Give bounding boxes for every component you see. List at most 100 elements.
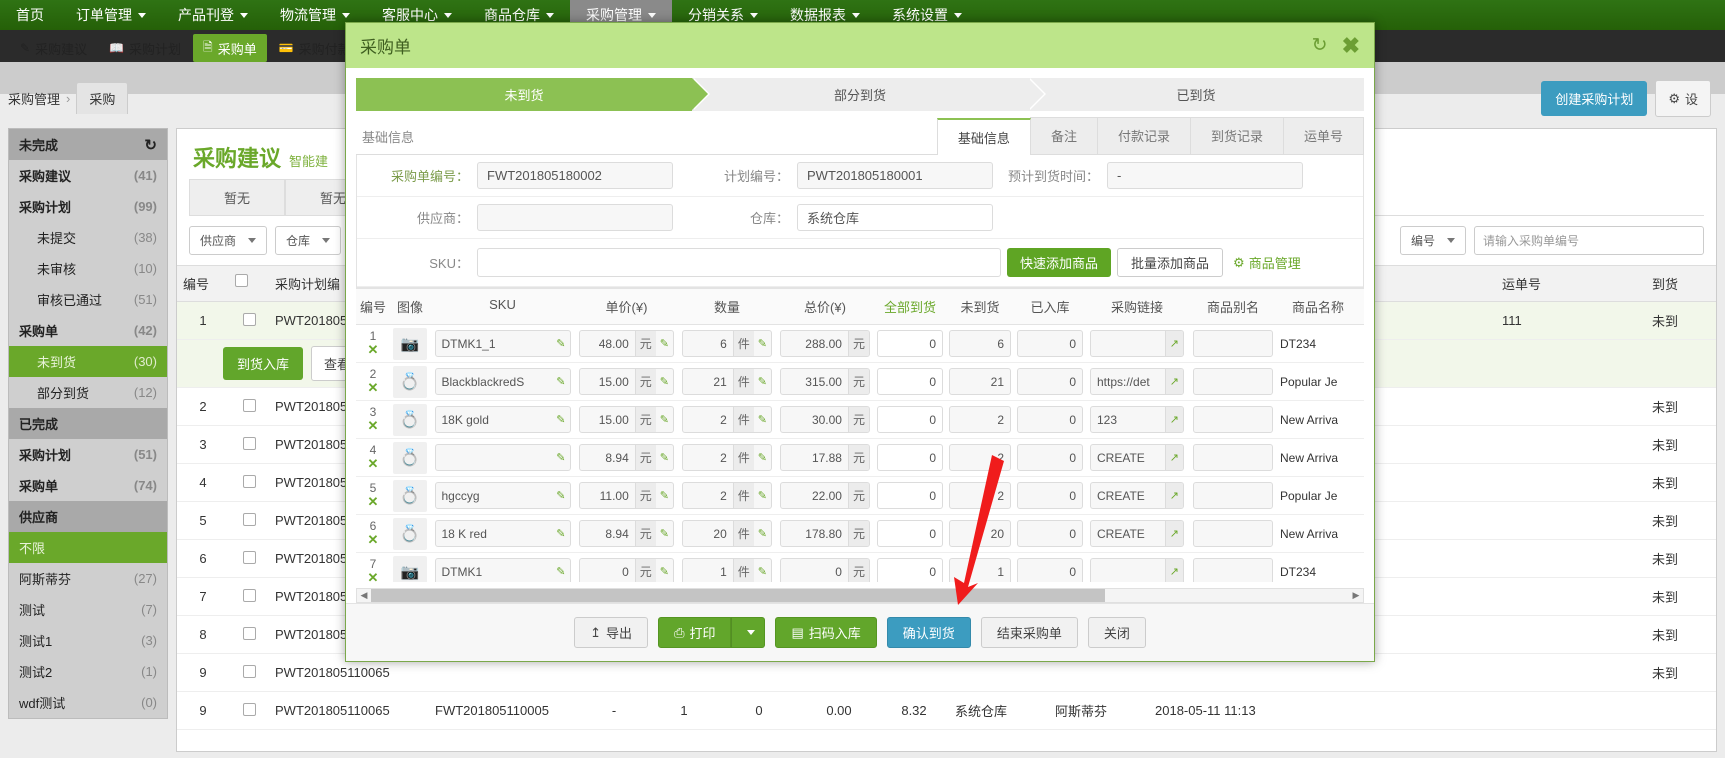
item-row[interactable]: 7 ✕ 📷 DTMK1 ✎ 0 元 ✎ 1 件 ✎ 0 元 0 1 0 ↗ DT234 — [356, 553, 1364, 582]
row-checkbox[interactable] — [242, 512, 256, 526]
module-tab-0[interactable]: ✎ 采购建议 — [10, 34, 97, 62]
item-purchase-link[interactable]: https://det — [1091, 375, 1165, 389]
edit-icon[interactable]: ✎ — [552, 489, 569, 502]
item-sku[interactable]: BlackblackredS — [436, 375, 553, 389]
footer-button-0[interactable]: ↥ 导出 — [574, 617, 649, 648]
modal-tab-3[interactable]: 到货记录 — [1189, 117, 1284, 154]
top-menu-2[interactable]: 产品刊登 — [162, 0, 264, 30]
scroll-left-arrow[interactable]: ◀ — [357, 590, 371, 601]
delete-row-icon[interactable]: ✕ — [368, 342, 379, 357]
item-all-arrived[interactable]: 0 — [878, 565, 942, 579]
modal-tab-4[interactable]: 运单号 — [1282, 117, 1364, 154]
item-row[interactable]: 1 ✕ 📷 DTMK1_1 ✎ 48.00 元 ✎ 6 件 ✎ 288.00 元 0 6 0 ↗ DT234 — [356, 325, 1364, 363]
edit-icon[interactable]: ✎ — [552, 565, 569, 578]
sidebar-item-0-7[interactable]: 部分到货 (12) — [9, 377, 167, 408]
item-all-arrived[interactable]: 0 — [878, 527, 942, 541]
edit-icon[interactable]: ✎ — [552, 413, 569, 426]
item-qty[interactable]: 6 — [683, 337, 733, 351]
edit-icon[interactable]: ✎ — [754, 451, 771, 464]
item-purchase-link[interactable]: CREATE — [1091, 489, 1165, 503]
item-all-arrived[interactable]: 0 — [878, 375, 942, 389]
item-price[interactable]: 15.00 — [580, 375, 635, 389]
footer-button-2[interactable]: ▤ 扫码入库 — [775, 617, 877, 648]
close-icon[interactable]: ✖ — [1342, 33, 1360, 59]
select-all-checkbox[interactable] — [235, 274, 248, 287]
row-checkbox[interactable] — [242, 398, 256, 412]
open-link-icon[interactable]: ↗ — [1164, 407, 1183, 432]
open-link-icon[interactable]: ↗ — [1164, 445, 1183, 470]
sidebar-item-2-5[interactable]: wdf测试 (0) — [9, 687, 167, 718]
item-price[interactable]: 15.00 — [580, 413, 635, 427]
product-thumbnail[interactable]: 💍 — [393, 403, 427, 436]
item-price[interactable]: 48.00 — [580, 337, 635, 351]
sidebar-item-0-2[interactable]: 未提交 (38) — [9, 222, 167, 253]
sidebar-item-2-0[interactable]: 不限 — [9, 532, 167, 563]
modal-tab-1[interactable]: 备注 — [1029, 117, 1098, 154]
sidebar-item-2-4[interactable]: 测试2 (1) — [9, 656, 167, 687]
module-tab-1[interactable]: 📖 采购计划 — [99, 34, 191, 62]
product-thumbnail[interactable]: 💍 — [393, 441, 427, 474]
modal-tab-2[interactable]: 付款记录 — [1096, 117, 1191, 154]
open-link-icon[interactable]: ↗ — [1164, 483, 1183, 508]
settings-button[interactable]: ⚙ 设 — [1655, 80, 1711, 117]
row-checkbox[interactable] — [242, 474, 256, 488]
item-row[interactable]: 3 ✕ 💍 18K gold ✎ 15.00 元 ✎ 2 件 ✎ 30.00 元 0 2 0 123 ↗ New A… — [356, 401, 1364, 439]
batch-add-goods-button[interactable]: 批量添加商品 — [1117, 248, 1224, 277]
product-thumbnail[interactable]: 💍 — [393, 479, 427, 512]
footer-button-4[interactable]: 结束采购单 — [980, 617, 1078, 648]
edit-icon[interactable]: ✎ — [656, 527, 673, 540]
row-checkbox[interactable] — [242, 588, 256, 602]
delete-row-icon[interactable]: ✕ — [368, 532, 379, 547]
supplier-field[interactable] — [477, 204, 673, 231]
row-checkbox[interactable] — [242, 550, 256, 564]
item-sku[interactable]: 18K gold — [436, 413, 553, 427]
delete-row-icon[interactable]: ✕ — [368, 570, 379, 582]
product-thumbnail[interactable]: 💍 — [393, 517, 427, 550]
refresh-icon[interactable]: ↻ — [1312, 34, 1328, 57]
item-purchase-link[interactable]: 123 — [1091, 413, 1165, 427]
content-tab-0[interactable]: 暂无 — [189, 179, 286, 215]
eta-field[interactable]: - — [1107, 162, 1303, 189]
filter-0[interactable]: 供应商 — [189, 226, 268, 255]
edit-icon[interactable]: ✎ — [656, 565, 673, 578]
modal-tab-0[interactable]: 基础信息 — [936, 118, 1031, 155]
delete-row-icon[interactable]: ✕ — [368, 456, 379, 471]
goods-management-link[interactable]: ⚙ 商品管理 — [1233, 253, 1301, 272]
edit-icon[interactable]: ✎ — [656, 451, 673, 464]
item-sku[interactable]: 18 K red — [436, 527, 553, 541]
footer-button-5[interactable]: 关闭 — [1087, 617, 1146, 648]
edit-icon[interactable]: ✎ — [656, 489, 673, 502]
open-link-icon[interactable]: ↗ — [1164, 559, 1183, 582]
horizontal-scrollbar[interactable]: ◀ ▶ — [356, 588, 1364, 603]
sidebar-item-2-3[interactable]: 测试1 (3) — [9, 625, 167, 656]
top-menu-1[interactable]: 订单管理 — [60, 0, 162, 30]
filter-1[interactable]: 仓库 — [275, 226, 342, 255]
item-qty[interactable]: 2 — [683, 451, 733, 465]
item-row[interactable]: 4 ✕ 💍 ✎ 8.94 元 ✎ 2 件 ✎ 17.88 元 0 2 0 CREATE ↗ New Arriva — [356, 439, 1364, 477]
sku-input[interactable] — [477, 248, 1001, 277]
open-link-icon[interactable]: ↗ — [1164, 369, 1183, 394]
status-step-1[interactable]: 部分到货 — [692, 78, 1046, 111]
edit-icon[interactable]: ✎ — [552, 337, 569, 350]
row-checkbox[interactable] — [242, 702, 256, 716]
item-qty[interactable]: 1 — [683, 565, 733, 579]
row-action-0[interactable]: 到货入库 — [223, 347, 304, 380]
sidebar-item-2-2[interactable]: 测试 (7) — [9, 594, 167, 625]
scrollbar-track[interactable] — [371, 589, 1349, 602]
edit-icon[interactable]: ✎ — [656, 375, 673, 388]
open-link-icon[interactable]: ↗ — [1164, 331, 1183, 356]
item-sku[interactable]: DTMK1_1 — [436, 337, 553, 351]
item-qty[interactable]: 2 — [683, 489, 733, 503]
plan-no-field[interactable]: PWT201805180001 — [797, 162, 993, 189]
item-sku[interactable]: DTMK1 — [436, 565, 553, 579]
item-qty[interactable]: 2 — [683, 413, 733, 427]
item-sku[interactable]: hgccyg — [436, 489, 553, 503]
table-row-detail[interactable]: 9 PWT201805110065 FWT201805110005 - 1 0 0.00 8.… — [177, 692, 1716, 730]
sidebar-item-0-5[interactable]: 采购单 (42) — [9, 315, 167, 346]
item-purchase-link[interactable]: CREATE — [1091, 527, 1165, 541]
delete-row-icon[interactable]: ✕ — [368, 494, 379, 509]
item-purchase-link[interactable]: CREATE — [1091, 451, 1165, 465]
row-checkbox[interactable] — [242, 312, 256, 326]
sidebar-item-0-4[interactable]: 审核已通过 (51) — [9, 284, 167, 315]
sidebar-item-0-3[interactable]: 未审核 (10) — [9, 253, 167, 284]
